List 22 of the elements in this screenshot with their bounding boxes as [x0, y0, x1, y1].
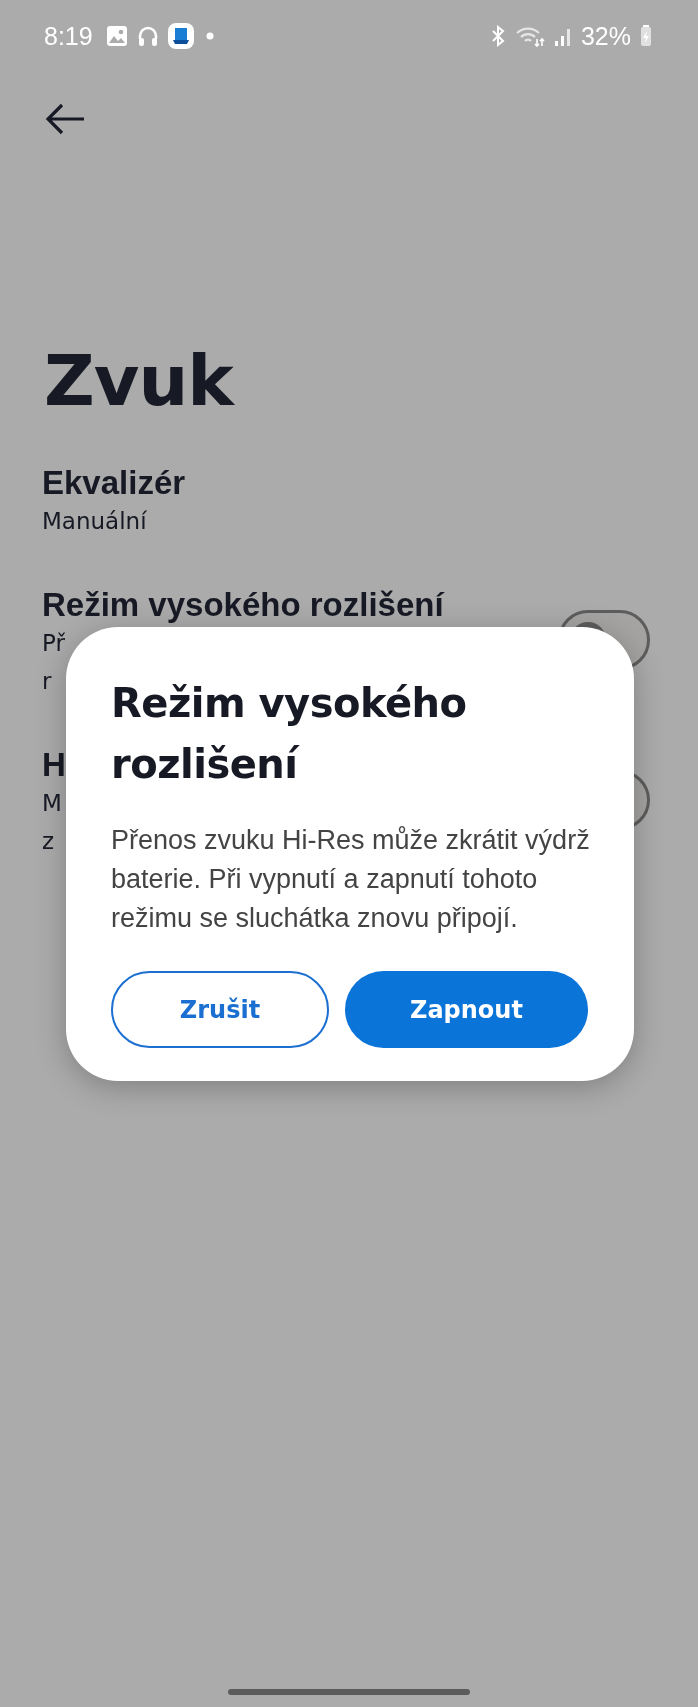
headphones-icon [136, 25, 159, 47]
setting-title: Ekvalizér [42, 464, 186, 502]
setting-subtitle: M [42, 790, 63, 816]
battery-percent: 32% [580, 21, 631, 51]
cancel-button[interactable]: Zrušit [111, 971, 329, 1048]
bluetooth-icon [489, 25, 506, 47]
back-icon[interactable] [44, 102, 86, 136]
dialog-message: Přenos zvuku Hi-Res může zkrátit výdrž baterie. Při vypnutí a zapnutí tohoto režimu se sluchátka znovu připojí. [111, 824, 591, 935]
battery-icon [640, 25, 652, 47]
image-icon [105, 25, 128, 47]
setting-subtitle: Manuální [42, 508, 148, 534]
page-title: Zvuk [44, 340, 236, 422]
dialog-title: Režim vysokého rozlišení [111, 679, 468, 789]
setting-subtitle: r [42, 668, 53, 694]
setting-subtitle: z [42, 828, 56, 854]
setting-title: H [42, 746, 66, 784]
setting-subtitle: Př [42, 630, 66, 656]
confirm-button[interactable]: Zapnout [344, 971, 588, 1048]
wifi-icon [514, 25, 545, 47]
status-time: 8:19 [44, 21, 93, 51]
app-icon [167, 23, 194, 49]
setting-title: Režim vysokého rozlišení [42, 586, 444, 624]
